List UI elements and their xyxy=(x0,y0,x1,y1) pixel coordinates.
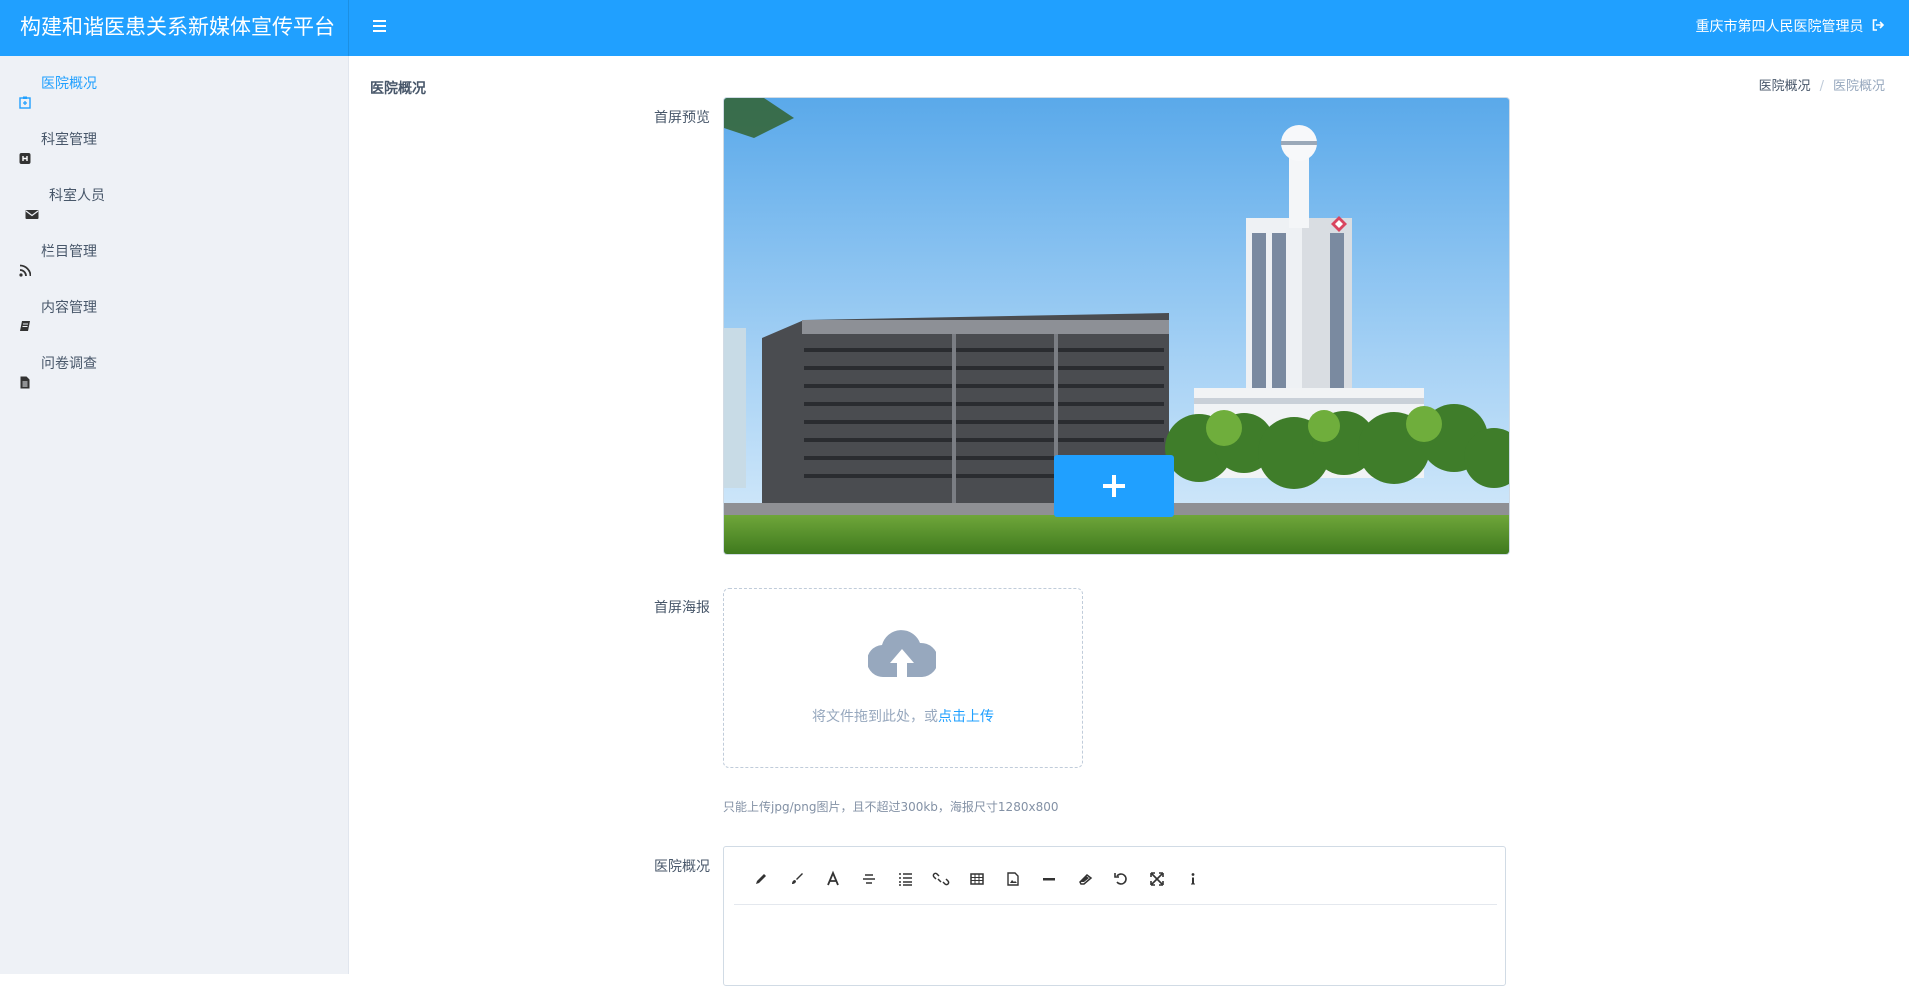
editor-toolbar xyxy=(734,847,1497,905)
eraser-icon[interactable] xyxy=(1076,870,1094,888)
brand-title: 构建和谐医患关系新媒体宣传平台 xyxy=(0,0,349,56)
breadcrumb-separator: / xyxy=(1819,79,1824,94)
paint-brush-icon[interactable] xyxy=(788,870,806,888)
strikethrough-icon[interactable] xyxy=(860,870,878,888)
undo-icon[interactable] xyxy=(1112,870,1130,888)
rich-text-editor[interactable] xyxy=(723,846,1506,986)
rss-icon xyxy=(19,245,32,277)
info-icon[interactable] xyxy=(1184,870,1202,888)
font-icon[interactable] xyxy=(824,870,842,888)
expand-icon[interactable] xyxy=(1148,870,1166,888)
top-bar: 构建和谐医患关系新媒体宣传平台 重庆市第四人民医院管理员 xyxy=(0,0,1909,56)
image-icon[interactable] xyxy=(1004,870,1022,888)
sidebar: 医院概况 科室管理 科室人员 栏目管理 内容管理 问卷调查 xyxy=(0,56,349,974)
breadcrumb: 医院概况 / 医院概况 xyxy=(1759,75,1885,94)
sidebar-item-department-management[interactable]: 科室管理 xyxy=(0,112,349,168)
upload-overlay-button[interactable] xyxy=(1054,455,1174,517)
hospital-icon xyxy=(19,77,31,109)
breadcrumb-current: 医院概况 xyxy=(1832,79,1885,94)
cloud-upload-icon xyxy=(866,627,939,683)
sidebar-item-label: 医院概况 xyxy=(41,76,97,92)
sidebar-item-label: 内容管理 xyxy=(41,300,97,316)
poster-label: 首屏海报 xyxy=(654,600,710,616)
sidebar-item-survey[interactable]: 问卷调查 xyxy=(0,336,349,392)
sidebar-item-content-management[interactable]: 内容管理 xyxy=(0,280,349,336)
table-icon[interactable] xyxy=(968,870,986,888)
click-upload-link[interactable]: 点击上传 xyxy=(938,709,994,725)
sidebar-item-label: 科室管理 xyxy=(41,132,97,148)
book-icon xyxy=(19,301,31,331)
list-icon[interactable] xyxy=(896,870,914,888)
sidebar-item-label: 栏目管理 xyxy=(41,244,97,260)
upload-tip: 只能上传jpg/png图片，且不超过300kb，海报尺寸1280x800 xyxy=(723,800,1059,814)
breadcrumb-item[interactable]: 医院概况 xyxy=(1759,79,1811,94)
envelope-icon xyxy=(25,189,39,219)
overview-label: 医院概况 xyxy=(654,859,710,875)
user-menu[interactable]: 重庆市第四人民医院管理员 xyxy=(1696,0,1885,56)
unlink-icon[interactable] xyxy=(932,870,950,888)
page-title: 医院概况 xyxy=(370,81,426,97)
sidebar-item-column-management[interactable]: 栏目管理 xyxy=(0,224,349,280)
hamburger-icon[interactable] xyxy=(370,16,392,38)
sidebar-item-label: 科室人员 xyxy=(49,188,105,204)
sidebar-item-label: 问卷调查 xyxy=(41,356,97,372)
user-name: 重庆市第四人民医院管理员 xyxy=(1695,19,1864,35)
file-text-icon xyxy=(19,357,31,389)
sidebar-item-department-staff[interactable]: 科室人员 xyxy=(0,168,349,224)
pencil-icon[interactable] xyxy=(752,870,770,888)
sidebar-item-hospital-overview[interactable]: 医院概况 xyxy=(0,56,349,112)
preview-label: 首屏预览 xyxy=(654,110,710,126)
poster-upload-dropzone[interactable]: 将文件拖到此处，或点击上传 xyxy=(723,588,1083,768)
h-square-icon xyxy=(19,133,31,164)
minus-icon[interactable] xyxy=(1040,870,1058,888)
sign-out-icon[interactable] xyxy=(1872,0,1885,54)
dropzone-text: 将文件拖到此处，或点击上传 xyxy=(812,709,994,725)
